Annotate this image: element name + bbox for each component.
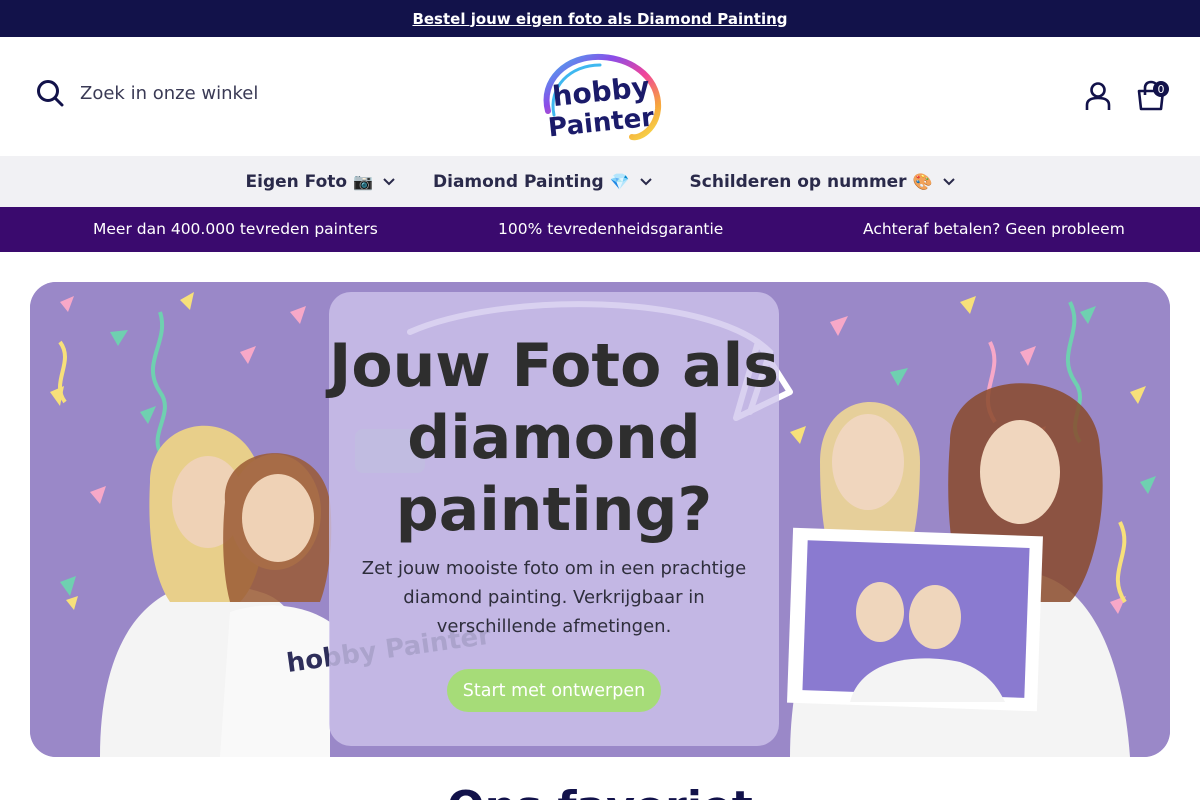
account-icon[interactable] <box>1084 81 1112 111</box>
usp-item: Achteraf betalen? Geen probleem <box>863 220 1125 238</box>
nav-item-diamond-painting[interactable]: Diamond Painting 💎 <box>433 172 652 192</box>
usp-item: 100% tevredenheidsgarantie <box>498 220 724 238</box>
search-bar[interactable] <box>36 79 340 107</box>
search-input[interactable] <box>80 82 340 104</box>
right-people-photo <box>787 383 1130 757</box>
chevron-down-icon <box>383 177 395 185</box>
palette-icon: 🎨 <box>912 172 933 191</box>
announcement-bar: Bestel jouw eigen foto als Diamond Paint… <box>0 0 1200 37</box>
nav-item-label: Schilderen op nummer <box>689 171 907 192</box>
announcement-link[interactable]: Bestel jouw eigen foto als Diamond Paint… <box>412 10 787 28</box>
site-header: hobby Painter 0 <box>0 37 1200 156</box>
start-designing-button[interactable]: Start met ontwerpen <box>447 669 661 712</box>
chevron-down-icon <box>639 177 652 185</box>
search-icon[interactable] <box>36 79 64 107</box>
hero-title-line: painting? <box>395 475 713 545</box>
main-nav: Eigen Foto 📷 Diamond Painting 💎 Schilder… <box>0 156 1200 207</box>
hero-description: Zet jouw mooiste foto om in een prachtig… <box>361 558 747 637</box>
nav-item-eigen-foto[interactable]: Eigen Foto 📷 <box>246 172 396 192</box>
hobby-painter-logo[interactable]: hobby Painter <box>536 51 666 143</box>
hero-title-line: Jouw Foto als <box>329 331 779 401</box>
hero-title: Jouw Foto als diamond painting? <box>329 330 779 546</box>
nav-item-schilderen-op-nummer[interactable]: Schilderen op nummer 🎨 <box>690 172 955 192</box>
camera-icon: 📷 <box>353 172 373 191</box>
nav-item-label: Diamond Painting <box>433 171 604 192</box>
nav-item-label: Eigen Foto <box>245 171 348 192</box>
hero-banner: hobby Painter Jouw Foto als diamond pain… <box>30 282 1170 757</box>
chevron-down-icon <box>942 177 955 185</box>
gem-icon: 💎 <box>609 172 630 191</box>
cart-count-badge: 0 <box>1153 81 1169 97</box>
usp-item: Meer dan 400.000 tevreden painters <box>93 220 378 238</box>
section-title: Ons favoriet <box>0 782 1200 800</box>
hero-title-line: diamond <box>407 403 701 473</box>
hero-card: Jouw Foto als diamond painting? Zet jouw… <box>329 292 779 746</box>
usp-bar: Meer dan 400.000 tevreden painters 100% … <box>0 207 1200 252</box>
